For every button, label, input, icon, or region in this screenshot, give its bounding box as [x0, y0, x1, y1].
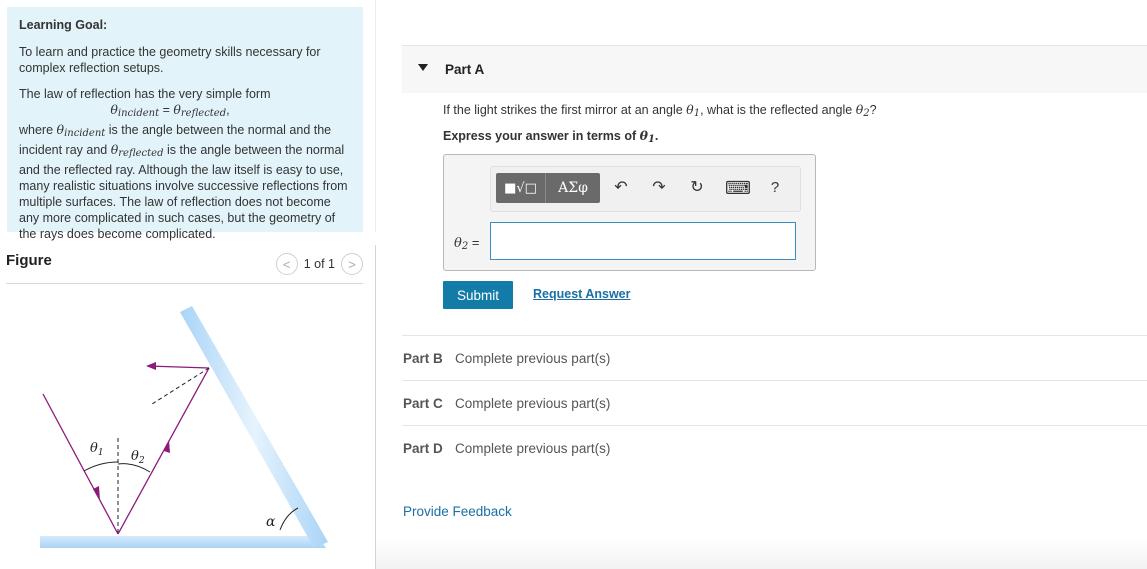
answer-input[interactable] — [490, 222, 796, 260]
second-reflected-arrow — [146, 362, 156, 370]
math-toolbar: ■√□ ΑΣφ ↶ ↷ ↻ ⌨ ? — [490, 166, 801, 212]
reflection-formula: θincident = θreflected, — [110, 102, 230, 119]
submit-button[interactable]: Submit — [443, 281, 513, 309]
theta1-label: θ1 — [90, 441, 104, 458]
bottom-band — [376, 540, 1147, 569]
answer-variable-label: θ2 = — [454, 235, 480, 252]
undo-icon[interactable]: ↶ — [610, 177, 632, 199]
toolbar-button-group: ■√□ ΑΣφ — [496, 173, 600, 203]
help-icon[interactable]: ? — [764, 177, 786, 199]
slanted-mirror — [180, 306, 328, 548]
part-d-status: Complete previous part(s) — [455, 441, 611, 456]
redo-icon[interactable]: ↷ — [648, 177, 670, 199]
learning-goal-explanation: where θincident is the angle between the… — [19, 122, 348, 241]
law-intro: The law of reflection has the very simpl… — [19, 87, 271, 101]
reset-icon[interactable]: ↻ — [686, 177, 708, 199]
second-normal-line — [151, 367, 210, 405]
theta1-arc — [83, 461, 119, 472]
templates-button[interactable]: ■√□ — [496, 173, 546, 203]
part-a-instruction: Express your answer in terms of θ1. — [443, 128, 659, 145]
part-c-status: Complete previous part(s) — [455, 396, 611, 411]
symbols-button[interactable]: ΑΣφ — [546, 173, 600, 203]
part-c-row[interactable]: Part C Complete previous part(s) — [402, 380, 1147, 425]
figure-page-count: 1 of 1 — [303, 257, 335, 271]
collapse-caret-icon[interactable] — [418, 64, 428, 71]
part-d-label: Part D — [403, 441, 443, 456]
learning-goal-title: Learning Goal: — [19, 18, 108, 32]
answer-box: ■√□ ΑΣφ ↶ ↷ ↻ ⌨ ? θ2 = — [443, 154, 816, 271]
keyboard-icon[interactable]: ⌨ — [725, 177, 751, 199]
learning-goal-box: Learning Goal: To learn and practice the… — [7, 7, 363, 241]
prev-figure-button[interactable]: < — [275, 253, 298, 275]
part-a-question: If the light strikes the first mirror at… — [443, 102, 877, 119]
part-b-row[interactable]: Part B Complete previous part(s) — [402, 335, 1147, 380]
theta2-label: θ2 — [131, 449, 145, 466]
panel-divider-top — [375, 0, 376, 232]
part-d-row[interactable]: Part D Complete previous part(s) — [402, 425, 1147, 470]
next-figure-button[interactable]: > — [341, 253, 363, 275]
figure-pager: < 1 of 1 > — [275, 253, 363, 275]
bottom-mirror — [40, 536, 326, 548]
incident-ray — [42, 393, 119, 535]
reflected-arrow — [164, 440, 170, 453]
part-b-status: Complete previous part(s) — [455, 351, 611, 366]
learning-goal-intro: To learn and practice the geometry skill… — [19, 45, 321, 75]
panel-divider — [375, 245, 376, 569]
part-b-label: Part B — [403, 351, 443, 366]
part-a-title: Part A — [445, 62, 485, 77]
alpha-label: α — [266, 514, 276, 530]
figure-header: Figure < 1 of 1 > — [6, 252, 363, 284]
second-reflected-ray — [147, 365, 210, 369]
reflection-figure: θ1 θ2 α — [40, 306, 328, 548]
part-c-label: Part C — [403, 396, 443, 411]
figure-title: Figure — [6, 252, 52, 269]
provide-feedback-link[interactable]: Provide Feedback — [403, 504, 512, 519]
theta2-arc — [117, 463, 151, 473]
part-a-header[interactable]: Part A — [402, 45, 1147, 93]
request-answer-link[interactable]: Request Answer — [533, 287, 630, 301]
